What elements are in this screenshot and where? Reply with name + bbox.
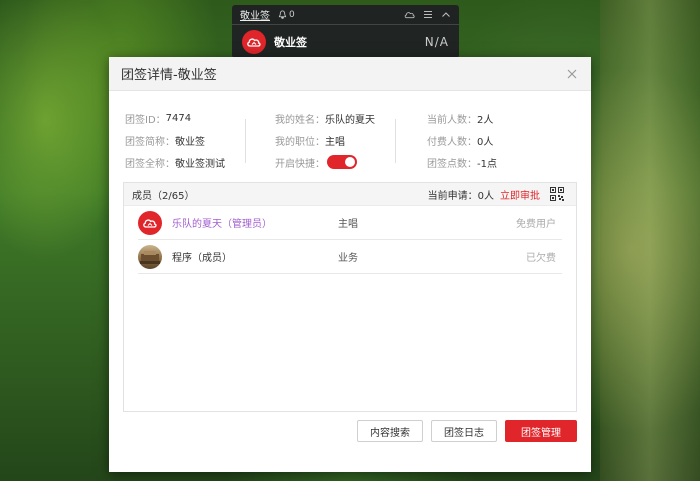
avatar (138, 244, 162, 269)
cloud-logo-icon (143, 218, 157, 228)
info-label: 我的姓名： (275, 114, 325, 126)
background-bark (600, 0, 700, 481)
info-label: 付费人数： (427, 136, 477, 148)
info-column-2: 我的姓名： 乐队的夏天 我的职位： 主唱 开启快捷： (275, 107, 375, 173)
pending-applications: 当前申请：0人 立即审批 (428, 187, 568, 202)
quick-access-toggle[interactable] (327, 155, 357, 169)
qr-code-icon[interactable] (550, 187, 564, 201)
members-header: 成员（2/65） 当前申请：0人 立即审批 (124, 183, 576, 206)
info-my-name: 我的姓名： 乐队的夏天 (275, 107, 375, 129)
info-full-name: 团签全称： 敬业签测试 (125, 151, 225, 173)
info-short-name: 团签简称： 敬业签 (125, 129, 225, 151)
info-points: 团签点数： -1点 (427, 151, 497, 173)
collapse-icon[interactable] (441, 10, 451, 19)
info-value: 2人 (477, 114, 494, 126)
info-value: 敬业签 (175, 136, 205, 148)
info-label: 当前人数： (427, 114, 477, 126)
avatar (138, 210, 162, 235)
member-name: 程序（成员） (172, 253, 232, 264)
member-status: 已欠费 (526, 253, 556, 264)
member-row[interactable]: 程序（成员） 业务 已欠费 (138, 240, 562, 274)
approve-now-link[interactable]: 立即审批 (500, 187, 540, 202)
close-icon (567, 69, 577, 78)
dialog-actions: 内容搜索 团签日志 团签管理 (357, 420, 577, 442)
member-status: 免费用户 (516, 219, 556, 230)
close-button[interactable] (565, 67, 579, 81)
widget-notifications[interactable]: 0 (278, 10, 295, 20)
info-value: 7474 (165, 112, 192, 124)
info-column-1: 团签ID： 7474 团签简称： 敬业签 团签全称： 敬业签测试 (125, 107, 225, 173)
cloud-sync-icon[interactable] (404, 10, 415, 19)
member-row[interactable]: 乐队的夏天（管理员） 主唱 免费用户 (138, 206, 562, 240)
widget-title[interactable]: 敬业签 (240, 7, 270, 22)
member-role: 主唱 (338, 219, 358, 230)
group-info-panel: 团签ID： 7474 团签简称： 敬业签 团签全称： 敬业签测试 我的姓名： 乐队的夏天… (109, 91, 591, 181)
info-my-position: 我的职位： 主唱 (275, 129, 375, 151)
dialog-header: 团签详情-敬业签 (109, 57, 591, 91)
widget-header: 敬业签 0 (232, 5, 459, 25)
info-current-count: 当前人数： 2人 (427, 107, 497, 129)
pending-count: 当前申请：0人 (427, 190, 494, 202)
info-value: 乐队的夏天 (325, 114, 375, 126)
info-label: 团签全称： (125, 158, 175, 170)
menu-icon[interactable] (423, 10, 433, 19)
widget-tools (404, 10, 451, 19)
info-value: 0人 (477, 136, 494, 148)
info-paid-count: 付费人数： 0人 (427, 129, 497, 151)
divider (245, 119, 246, 163)
widget-body[interactable]: 敬业签 N/A (232, 25, 459, 59)
info-value: 敬业签测试 (175, 158, 225, 170)
widget-status: N/A (424, 35, 449, 49)
group-manage-button[interactable]: 团签管理 (505, 420, 577, 442)
group-log-button[interactable]: 团签日志 (431, 420, 497, 442)
content-search-button[interactable]: 内容搜索 (357, 420, 423, 442)
group-detail-dialog: 团签详情-敬业签 团签ID： 7474 团签简称： 敬业签 团签全称： 敬业签测试 我… (109, 57, 591, 472)
info-label: 开启快捷： (275, 158, 325, 170)
photo-avatar-icon (140, 250, 160, 264)
member-name: 乐队的夏天（管理员） (172, 219, 272, 230)
member-role: 业务 (338, 253, 358, 264)
info-label: 团签简称： (125, 136, 175, 148)
info-column-3: 当前人数： 2人 付费人数： 0人 团签点数： -1点 (427, 107, 497, 173)
info-label: 团签点数： (427, 158, 477, 170)
divider (395, 119, 396, 163)
info-label: 我的职位： (275, 136, 325, 148)
mini-widget: 敬业签 0 敬业签 N/A (232, 5, 459, 58)
cloud-logo-icon (247, 38, 261, 47)
info-group-id: 团签ID： 7474 (125, 107, 225, 129)
widget-group-name: 敬业签 (274, 36, 307, 49)
bell-count: 0 (289, 9, 295, 20)
info-label: 团签ID： (125, 114, 166, 126)
bell-icon (278, 10, 287, 19)
info-value: 主唱 (325, 136, 345, 148)
dialog-title: 团签详情-敬业签 (121, 68, 217, 83)
members-panel: 成员（2/65） 当前申请：0人 立即审批 乐队的夏天（管理员） 主唱 免费用户… (123, 182, 577, 412)
info-quick-toggle: 开启快捷： (275, 151, 375, 173)
info-value: -1点 (477, 158, 497, 170)
app-logo (242, 30, 266, 54)
members-count: 成员（2/65） (132, 190, 195, 202)
